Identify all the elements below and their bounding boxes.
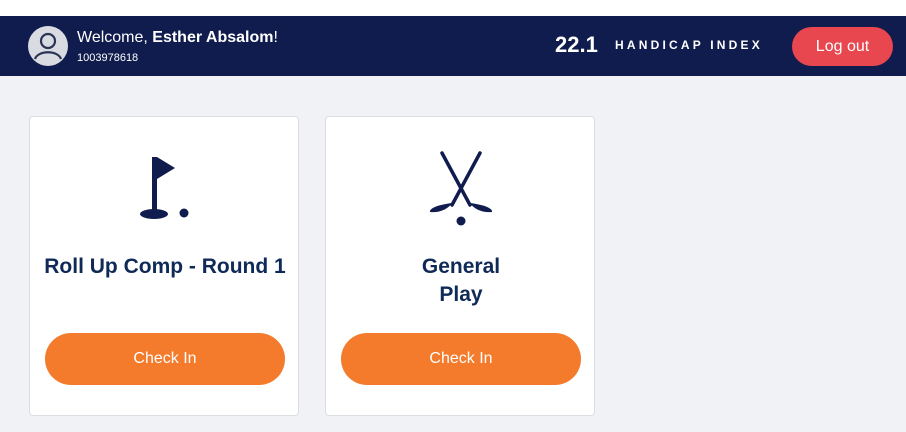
user-name: Esther Absalom [152, 29, 274, 46]
welcome-prefix: Welcome, [77, 29, 153, 46]
golf-flag-icon [130, 151, 200, 227]
welcome-suffix: ! [273, 29, 278, 46]
avatar-icon[interactable] [28, 26, 68, 66]
header-bar: Welcome, Esther Absalom! 1003978618 22.1… [0, 16, 906, 76]
welcome-message: Welcome, Esther Absalom! [77, 28, 278, 48]
check-in-button[interactable]: Check In [45, 333, 285, 385]
handicap-label: HANDICAP INDEX [615, 38, 763, 52]
check-in-button[interactable]: Check In [341, 333, 581, 385]
competition-card-roll-up: Roll Up Comp - Round 1 Check In [29, 116, 299, 416]
handicap-value: 22.1 [555, 32, 598, 57]
card-title: General Play [421, 255, 501, 306]
logout-button[interactable]: Log out [792, 27, 893, 66]
competition-card-general-play: General Play Check In [325, 116, 595, 416]
golf-clubs-icon [426, 151, 496, 227]
card-title: Roll Up Comp - Round 1 [44, 255, 286, 278]
top-strip [0, 0, 906, 16]
member-id: 1003978618 [77, 52, 139, 64]
